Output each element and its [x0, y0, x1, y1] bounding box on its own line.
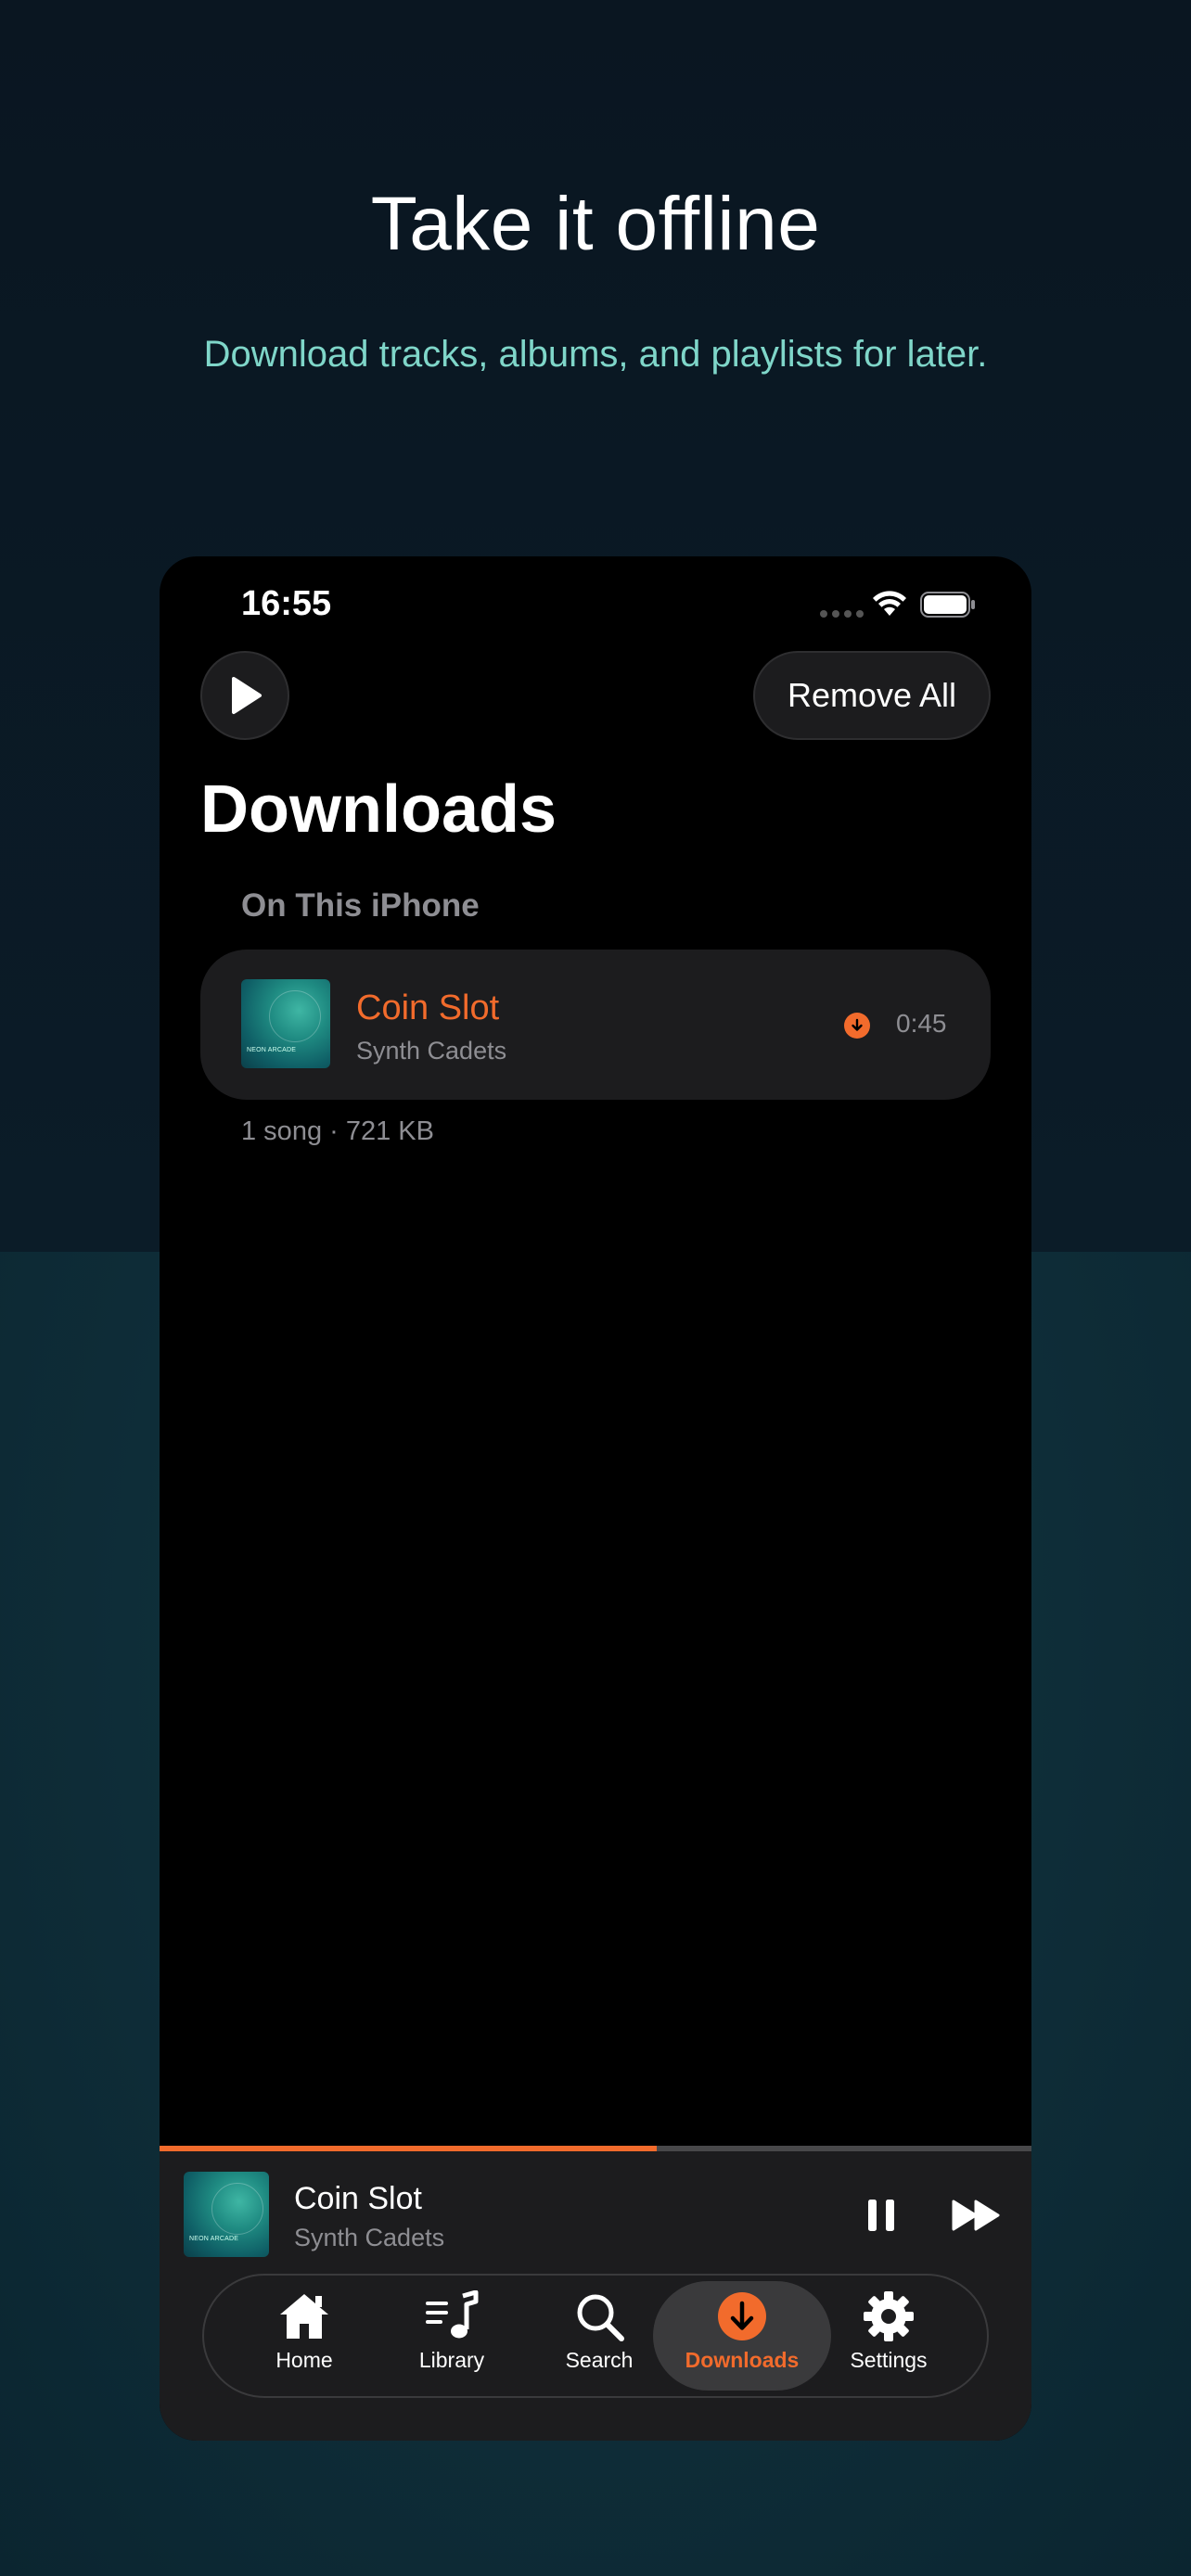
page-title: Downloads	[200, 772, 557, 847]
remove-all-button[interactable]: Remove All	[753, 651, 991, 740]
track-artist: Synth Cadets	[356, 1037, 507, 1065]
album-artwork: NEON ARCADE	[241, 979, 330, 1068]
fast-forward-icon[interactable]	[952, 2198, 1002, 2233]
battery-icon	[920, 592, 975, 618]
tab-label: Downloads	[685, 2348, 800, 2372]
tab-label: Home	[275, 2348, 333, 2372]
status-time: 16:55	[241, 584, 332, 623]
now-playing-artist: Synth Cadets	[294, 2224, 445, 2251]
tab-label: Settings	[850, 2348, 928, 2372]
tab-label: Search	[565, 2348, 634, 2372]
home-icon	[280, 2294, 328, 2339]
promo-headline: Take it offline	[370, 182, 821, 266]
track-duration: 0:45	[896, 1009, 947, 1038]
now-playing-artwork: NEON ARCADE	[184, 2172, 269, 2257]
tab-label: Library	[418, 2348, 485, 2372]
download-icon	[718, 2292, 766, 2340]
track-title: Coin Slot	[356, 988, 500, 1027]
library-icon	[426, 2290, 479, 2339]
downloads-summary: 1 song · 721 KB	[241, 1116, 434, 1146]
mini-player[interactable]: NEON ARCADE Coin Slot Synth Cadets Home	[160, 2146, 1031, 2441]
progress-fill	[160, 2146, 657, 2151]
tab-bar: Home Library Search Downloads Settings	[202, 2274, 989, 2398]
track-row[interactable]: NEON ARCADE Coin Slot Synth Cadets 0:45	[200, 950, 991, 1100]
search-icon	[577, 2294, 624, 2341]
pause-icon[interactable]	[864, 2198, 898, 2233]
phone-screen: 16:55 Remove All Downloads On This iPhon…	[160, 556, 1031, 2441]
section-label: On This iPhone	[241, 887, 480, 924]
play-icon	[232, 677, 262, 714]
gear-icon	[864, 2291, 914, 2341]
now-playing-title: Coin Slot	[294, 2181, 422, 2216]
tab-settings[interactable]: Settings	[800, 2281, 978, 2391]
wifi-icon	[873, 591, 906, 616]
signal-icon	[820, 610, 864, 618]
downloaded-icon	[844, 1013, 870, 1039]
play-all-button[interactable]	[200, 651, 289, 740]
playback-progress[interactable]	[160, 2146, 1031, 2151]
promo-subline: Download tracks, albums, and playlists f…	[203, 334, 988, 375]
